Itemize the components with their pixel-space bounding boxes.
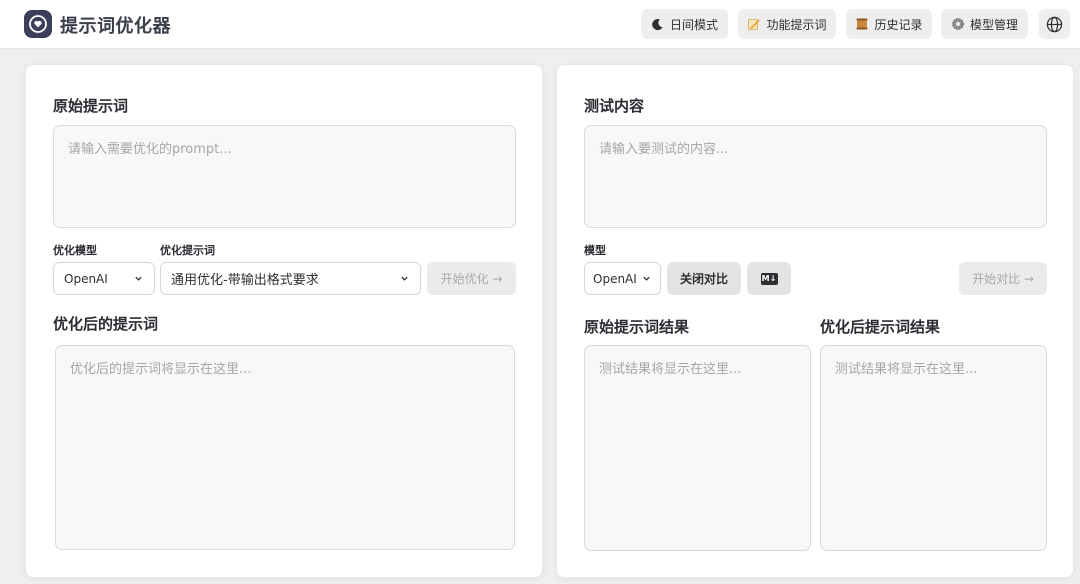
test-content-input[interactable]: 请输入要测试的内容... xyxy=(584,125,1047,228)
app-title: 提示词优化器 xyxy=(60,16,171,37)
optimize-template-select[interactable]: 通用优化-带输出格式要求 xyxy=(160,262,421,295)
start-optimize-button[interactable]: 开始优化 → xyxy=(427,262,516,295)
gear-icon xyxy=(951,17,965,31)
toggle-compare-button[interactable]: 关闭对比 xyxy=(667,262,741,295)
chevron-down-icon xyxy=(134,274,144,284)
test-model-value: OpenAI xyxy=(593,271,637,286)
theme-toggle-button[interactable]: 日间模式 xyxy=(641,9,728,39)
globe-icon xyxy=(1046,16,1063,33)
original-result-placeholder: 测试结果将显示在这里... xyxy=(599,362,742,377)
test-model-select[interactable]: OpenAI xyxy=(584,262,661,295)
memo-icon xyxy=(747,17,761,31)
optimize-template-value: 通用优化-带输出格式要求 xyxy=(171,273,319,288)
history-label: 历史记录 xyxy=(874,17,923,32)
original-prompt-placeholder: 请输入需要优化的prompt... xyxy=(68,142,232,157)
history-button[interactable]: 历史记录 xyxy=(846,9,932,39)
model-manage-label: 模型管理 xyxy=(969,17,1018,32)
moon-icon xyxy=(651,17,665,31)
toggle-compare-label: 关闭对比 xyxy=(679,272,728,286)
optimized-result-output[interactable]: 测试结果将显示在这里... xyxy=(820,345,1047,551)
feature-prompt-button[interactable]: 功能提示词 xyxy=(738,9,836,39)
original-result-title: 原始提示词结果 xyxy=(584,318,690,336)
chevron-down-icon xyxy=(400,274,410,284)
original-prompt-input[interactable]: 请输入需要优化的prompt... xyxy=(53,125,516,228)
model-manage-button[interactable]: 模型管理 xyxy=(941,9,1028,39)
prompt-optimize-panel: 原始提示词 请输入需要优化的prompt... 优化模型 优化提示词 OpenA… xyxy=(25,64,543,578)
start-optimize-label: 开始优化 → xyxy=(440,272,503,286)
start-compare-button[interactable]: 开始对比 → xyxy=(959,262,1047,295)
optimized-result-placeholder: 测试结果将显示在这里... xyxy=(835,362,978,377)
markdown-toggle-button[interactable]: M↓ xyxy=(747,262,791,295)
test-content-placeholder: 请输入要测试的内容... xyxy=(599,142,729,157)
test-content-title: 测试内容 xyxy=(584,97,645,115)
optimize-model-value: OpenAI xyxy=(64,271,108,286)
start-compare-label: 开始对比 → xyxy=(972,272,1034,286)
theme-toggle-label: 日间模式 xyxy=(669,17,718,32)
optimize-template-label: 优化提示词 xyxy=(160,244,215,257)
original-prompt-title: 原始提示词 xyxy=(53,97,129,115)
top-bar: 提示词优化器 日间模式 功能提示词 历史记录 模型管理 xyxy=(0,0,1080,49)
optimized-prompt-output[interactable]: 优化后的提示词将显示在这里... xyxy=(55,345,515,550)
app-logo-icon xyxy=(24,10,52,38)
feature-prompt-label: 功能提示词 xyxy=(766,17,827,32)
chevron-down-icon xyxy=(642,274,652,284)
optimize-model-label: 优化模型 xyxy=(53,244,97,257)
language-button[interactable] xyxy=(1039,9,1070,39)
prompt-test-panel: 测试内容 请输入要测试的内容... 模型 OpenAI 关闭对比 M↓ 开始对比… xyxy=(556,64,1074,578)
test-model-label: 模型 xyxy=(584,244,606,257)
optimize-model-select[interactable]: OpenAI xyxy=(53,262,155,295)
markdown-icon: M↓ xyxy=(760,272,778,285)
optimized-prompt-placeholder: 优化后的提示词将显示在这里... xyxy=(70,362,252,377)
optimized-result-title: 优化后提示词结果 xyxy=(820,318,941,336)
original-result-output[interactable]: 测试结果将显示在这里... xyxy=(584,345,811,551)
optimized-prompt-title: 优化后的提示词 xyxy=(53,315,159,333)
scroll-icon xyxy=(855,17,869,31)
